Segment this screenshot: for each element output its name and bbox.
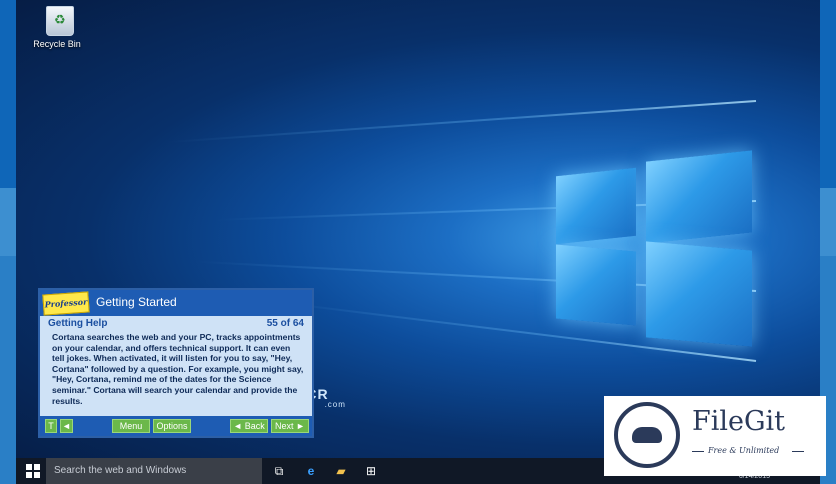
store-icon[interactable]: ⊞ bbox=[364, 464, 378, 478]
cloud-icon bbox=[632, 427, 662, 443]
recycle-bin-label: Recycle Bin bbox=[33, 39, 81, 49]
options-button[interactable]: Options bbox=[153, 419, 191, 433]
windows-logo-pane bbox=[646, 241, 752, 347]
filegit-tagline: Free & Unlimited bbox=[708, 446, 780, 455]
tutorial-window: Professor Getting Started Getting Help 5… bbox=[38, 288, 314, 438]
tutorial-section-title: Getting Help bbox=[48, 318, 108, 329]
taskbar-search-input[interactable]: Search the web and Windows bbox=[46, 458, 262, 484]
tutorial-body-text: Cortana searches the web and your PC, tr… bbox=[52, 332, 304, 406]
next-button[interactable]: Next ► bbox=[271, 419, 309, 433]
tagline-rule-right bbox=[792, 451, 804, 452]
audio-button[interactable]: ◄ bbox=[60, 419, 73, 433]
tutorial-title: Getting Started bbox=[96, 295, 177, 309]
windows-logo-pane bbox=[646, 150, 752, 244]
filegit-logo-icon bbox=[614, 402, 680, 468]
tutorial-page-count: 55 of 64 bbox=[266, 318, 304, 329]
recycle-bin-shortcut[interactable]: ♻ Recycle Bin bbox=[33, 6, 82, 49]
tagline-rule-left bbox=[692, 451, 704, 452]
recycle-bin-icon: ♻ bbox=[46, 6, 74, 36]
edge-icon[interactable]: e bbox=[304, 464, 318, 478]
task-view-icon[interactable]: ⧉ bbox=[272, 464, 286, 478]
back-button[interactable]: ◄ Back bbox=[230, 419, 268, 433]
professor-logo: Professor bbox=[42, 291, 90, 316]
filegit-watermark: FileGit Free & Unlimited bbox=[604, 396, 826, 476]
text-toggle-button[interactable]: T bbox=[45, 419, 57, 433]
filecr-domain: .com bbox=[324, 400, 346, 409]
windows-logo-pane bbox=[556, 244, 636, 326]
tutorial-footer: T ◄ Menu Options ◄ Back Next ► bbox=[40, 416, 312, 436]
speaker-icon: ◄ bbox=[62, 421, 71, 431]
windows-logo-pane bbox=[556, 167, 636, 245]
tutorial-header: Professor Getting Started bbox=[40, 290, 312, 316]
light-beam bbox=[167, 100, 757, 144]
filegit-name: FileGit bbox=[692, 406, 786, 437]
menu-button[interactable]: Menu bbox=[112, 419, 150, 433]
file-explorer-icon[interactable]: ▰ bbox=[334, 464, 348, 478]
search-placeholder: Search the web and Windows bbox=[54, 465, 187, 476]
windows-start-icon[interactable] bbox=[26, 464, 40, 478]
